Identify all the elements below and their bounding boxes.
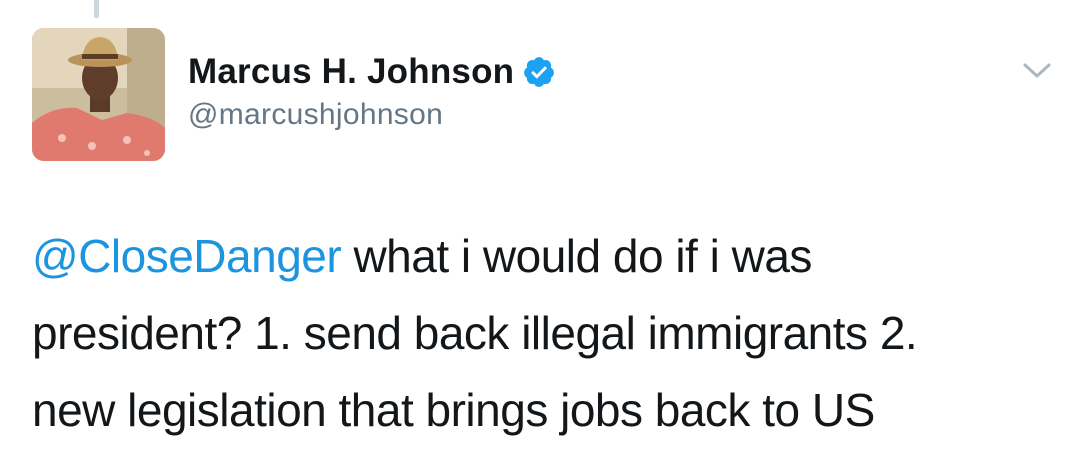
avatar-photo [32,28,165,161]
avatar[interactable] [32,28,165,161]
tweet-text-line-1: what i would do if i was [341,230,812,282]
tweet-text: @CloseDanger what i would do if i was pr… [32,218,1062,449]
verified-badge-icon [522,55,556,89]
chevron-down-icon[interactable] [1022,60,1052,82]
tweet-text-line-3: new legislation that brings jobs back to… [32,384,875,436]
tweet-author: Marcus H. Johnson @marcushjohnson [188,52,556,132]
thread-connector-line [94,0,99,18]
mention-link[interactable]: @CloseDanger [32,230,342,282]
author-display-name[interactable]: Marcus H. Johnson [188,52,514,92]
author-name-row: Marcus H. Johnson [188,52,556,92]
author-handle[interactable]: @marcushjohnson [188,98,556,132]
tweet-text-line-2: president? 1. send back illegal immigran… [32,307,918,359]
